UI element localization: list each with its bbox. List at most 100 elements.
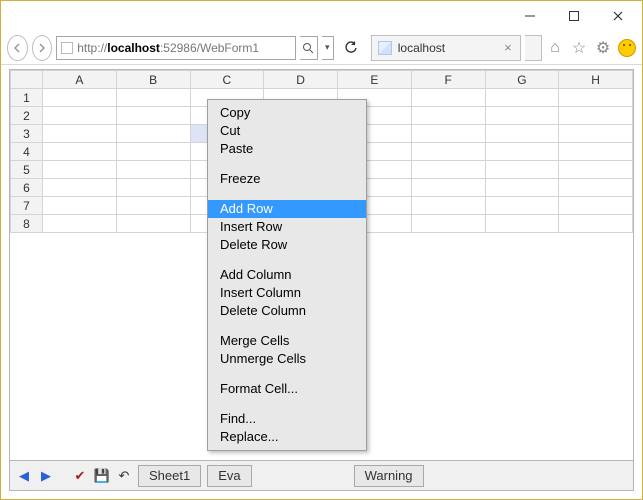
- cell[interactable]: [43, 179, 117, 197]
- cell[interactable]: [559, 179, 633, 197]
- cell[interactable]: [485, 143, 559, 161]
- row-header[interactable]: 7: [11, 197, 43, 215]
- home-icon[interactable]: ⌂: [546, 39, 564, 57]
- cell[interactable]: [43, 161, 117, 179]
- context-menu-item[interactable]: Unmerge Cells: [208, 350, 366, 368]
- cell[interactable]: [43, 215, 117, 233]
- cell[interactable]: [559, 89, 633, 107]
- cell[interactable]: [559, 125, 633, 143]
- cell[interactable]: [43, 143, 117, 161]
- select-all-corner[interactable]: [11, 71, 43, 89]
- context-menu-item[interactable]: Add Column: [208, 266, 366, 284]
- context-menu-item[interactable]: Copy: [208, 104, 366, 122]
- context-menu-item[interactable]: Delete Column: [208, 302, 366, 320]
- column-header[interactable]: E: [338, 71, 412, 89]
- column-header[interactable]: C: [190, 71, 264, 89]
- row-header[interactable]: 8: [11, 215, 43, 233]
- row-header[interactable]: 6: [11, 179, 43, 197]
- cell[interactable]: [43, 125, 117, 143]
- cell[interactable]: [116, 179, 190, 197]
- back-button[interactable]: [7, 35, 28, 61]
- cell[interactable]: [411, 89, 485, 107]
- column-header[interactable]: B: [116, 71, 190, 89]
- cell[interactable]: [411, 107, 485, 125]
- cell[interactable]: [411, 179, 485, 197]
- column-header[interactable]: D: [264, 71, 338, 89]
- next-sheet-button[interactable]: ▶: [38, 468, 54, 484]
- address-dropdown-button[interactable]: ▾: [322, 36, 335, 60]
- context-menu-item[interactable]: Insert Column: [208, 284, 366, 302]
- cell[interactable]: [116, 125, 190, 143]
- context-menu-item[interactable]: Format Cell...: [208, 380, 366, 398]
- cell[interactable]: [485, 107, 559, 125]
- address-input[interactable]: http://localhost:52986/WebForm1: [56, 36, 296, 60]
- accept-icon[interactable]: ✔: [72, 468, 88, 484]
- tab-close-icon[interactable]: ×: [504, 40, 512, 55]
- context-menu-item[interactable]: Find...: [208, 410, 366, 428]
- context-menu-item[interactable]: Cut: [208, 122, 366, 140]
- prev-sheet-button[interactable]: ◀: [16, 468, 32, 484]
- row-header[interactable]: 5: [11, 161, 43, 179]
- cell[interactable]: [485, 215, 559, 233]
- cell[interactable]: [559, 143, 633, 161]
- address-search-icon[interactable]: [300, 36, 317, 60]
- context-menu[interactable]: CopyCutPasteFreezeAdd RowInsert RowDelet…: [207, 99, 367, 451]
- cell[interactable]: [43, 197, 117, 215]
- undo-icon[interactable]: ↶: [116, 468, 132, 484]
- browser-tab[interactable]: localhost ×: [371, 35, 521, 61]
- tab-page-icon: [378, 41, 392, 55]
- context-menu-item[interactable]: Add Row: [208, 200, 366, 218]
- cell[interactable]: [116, 215, 190, 233]
- row-header[interactable]: 2: [11, 107, 43, 125]
- column-header[interactable]: F: [411, 71, 485, 89]
- cell[interactable]: [116, 143, 190, 161]
- window-titlebar: [1, 1, 642, 31]
- minimize-button[interactable]: [508, 2, 552, 30]
- cell[interactable]: [411, 197, 485, 215]
- settings-icon[interactable]: ⚙: [594, 39, 612, 57]
- url-protocol: http://: [77, 41, 107, 55]
- cell[interactable]: [411, 161, 485, 179]
- cell[interactable]: [485, 89, 559, 107]
- sheet-tab[interactable]: Sheet1: [138, 465, 201, 487]
- cell[interactable]: [485, 125, 559, 143]
- column-header[interactable]: G: [485, 71, 559, 89]
- cell[interactable]: [116, 89, 190, 107]
- cell[interactable]: [559, 197, 633, 215]
- cell[interactable]: [43, 107, 117, 125]
- context-menu-item[interactable]: Insert Row: [208, 218, 366, 236]
- context-menu-item[interactable]: Freeze: [208, 170, 366, 188]
- eval-button[interactable]: Eva: [207, 465, 251, 487]
- save-icon[interactable]: 💾: [94, 468, 110, 484]
- cell[interactable]: [116, 161, 190, 179]
- context-menu-item[interactable]: Paste: [208, 140, 366, 158]
- maximize-button[interactable]: [552, 2, 596, 30]
- row-header[interactable]: 3: [11, 125, 43, 143]
- cell[interactable]: [116, 107, 190, 125]
- cell[interactable]: [559, 107, 633, 125]
- context-menu-item[interactable]: Replace...: [208, 428, 366, 446]
- cell[interactable]: [485, 197, 559, 215]
- cell[interactable]: [559, 215, 633, 233]
- cell[interactable]: [559, 161, 633, 179]
- cell[interactable]: [485, 179, 559, 197]
- cell[interactable]: [485, 161, 559, 179]
- cell[interactable]: [43, 89, 117, 107]
- row-header[interactable]: 1: [11, 89, 43, 107]
- favorites-icon[interactable]: ☆: [570, 39, 588, 57]
- context-menu-item[interactable]: Delete Row: [208, 236, 366, 254]
- cell[interactable]: [116, 197, 190, 215]
- refresh-button[interactable]: [342, 36, 361, 60]
- cell[interactable]: [411, 143, 485, 161]
- warning-button[interactable]: Warning: [354, 465, 424, 487]
- column-header[interactable]: H: [559, 71, 633, 89]
- cell[interactable]: [411, 215, 485, 233]
- context-menu-item[interactable]: Merge Cells: [208, 332, 366, 350]
- forward-button[interactable]: [32, 35, 53, 61]
- feedback-icon[interactable]: [618, 39, 636, 57]
- new-tab-button[interactable]: [525, 35, 542, 61]
- close-window-button[interactable]: [596, 2, 640, 30]
- cell[interactable]: [411, 125, 485, 143]
- row-header[interactable]: 4: [11, 143, 43, 161]
- column-header[interactable]: A: [43, 71, 117, 89]
